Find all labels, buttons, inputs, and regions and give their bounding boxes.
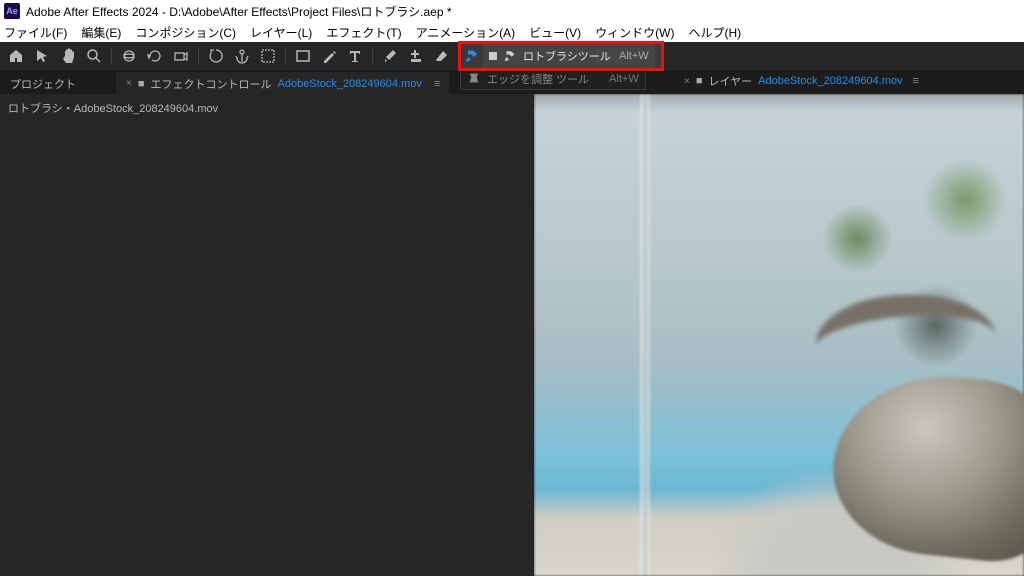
refine-edge-item-shortcut: Alt+W [609,73,639,85]
roto-brush-menu-item[interactable]: ロトブラシツール Alt+W [483,44,655,68]
layer-tab-link[interactable]: AdobeStock_208249604.mov [758,75,902,87]
layer-viewer-canvas[interactable] [534,94,1024,576]
toolbar-separator [111,47,112,65]
refine-edge-item-label: エッジを調整 ツール [487,71,589,87]
rectangle-tool-icon[interactable] [293,46,313,66]
workspace: ロトブラシ・AdobeStock_208249604.mov [0,94,1024,576]
project-tab-label: プロジェクト [10,76,76,92]
effect-controls-tab[interactable]: × ■ エフェクトコントロール AdobeStock_208249604.mov… [116,72,449,94]
eraser-tool-icon[interactable] [432,46,452,66]
toolbar-separator [198,47,199,65]
anchor-tool-icon[interactable] [232,46,252,66]
app-logo-icon: Ae [4,3,20,19]
type-tool-icon[interactable] [345,46,365,66]
layer-panel-tab[interactable]: × ■ レイヤー AdobeStock_208249604.mov ≡ [684,70,918,92]
roto-brush-item-label: ロトブラシツール [523,48,613,64]
menu-layer[interactable]: レイヤー(L) [250,24,312,41]
panel-menu-icon[interactable]: ≡ [913,75,918,87]
toolbar-separator [372,47,373,65]
refine-edge-menu-item[interactable]: エッジを調整 ツール Alt+W [460,68,646,90]
home-tool-icon[interactable] [6,46,26,66]
effect-controls-panel: ロトブラシ・AdobeStock_208249604.mov [0,94,534,576]
roto-brush-flyout-icon [461,48,483,64]
menu-window[interactable]: ウィンドウ(W) [595,24,674,41]
roto-brush-flyout: ロトブラシツール Alt+W [458,41,664,71]
tool-bar: ロトブラシツール Alt+W [0,42,1024,70]
layer-viewer-panel[interactable] [534,94,1024,576]
selection-tool-icon[interactable] [32,46,52,66]
lock-icon[interactable]: ■ [138,78,145,90]
menu-help[interactable]: ヘルプ(H) [689,24,742,41]
selected-marker-icon [489,52,497,60]
brush-tool-icon[interactable] [380,46,400,66]
menu-bar: ファイル(F) 編集(E) コンポジション(C) レイヤー(L) エフェクト(T… [0,22,1024,42]
clone-tool-icon[interactable] [406,46,426,66]
roto-brush-item-icon [503,49,517,63]
camera-tool-icon[interactable] [171,46,191,66]
pen-tool-icon[interactable] [319,46,339,66]
menu-animation[interactable]: アニメーション(A) [416,24,516,41]
roto-brush-item-shortcut: Alt+W [619,50,649,62]
rotate-tool-icon[interactable] [145,46,165,66]
menu-effect[interactable]: エフェクト(T) [326,24,401,41]
menu-file[interactable]: ファイル(F) [4,24,67,41]
refine-edge-item-icon [467,71,481,88]
layer-tab-label: レイヤー [709,73,753,89]
menu-view[interactable]: ビュー(V) [529,24,581,41]
effect-controls-label: エフェクトコントロール [151,76,272,92]
panel-menu-icon[interactable]: ≡ [434,78,439,90]
window-title: Adobe After Effects 2024 - D:\Adobe\Afte… [26,3,452,20]
menu-composition[interactable]: コンポジション(C) [135,24,236,41]
mask-tool-icon[interactable] [258,46,278,66]
project-panel-tab[interactable]: プロジェクト [0,72,116,94]
zoom-tool-icon[interactable] [84,46,104,66]
lock-icon[interactable]: ■ [696,75,703,87]
orbit-tool-icon[interactable] [119,46,139,66]
rotate-z-tool-icon[interactable] [206,46,226,66]
close-icon[interactable]: × [126,78,132,89]
hand-tool-icon[interactable] [58,46,78,66]
effect-controls-link[interactable]: AdobeStock_208249604.mov [278,78,422,90]
menu-edit[interactable]: 編集(E) [81,24,121,41]
breadcrumb: ロトブラシ・AdobeStock_208249604.mov [8,100,526,116]
title-bar: Ae Adobe After Effects 2024 - D:\Adobe\A… [0,0,1024,22]
toolbar-separator [285,47,286,65]
close-icon[interactable]: × [684,76,690,87]
